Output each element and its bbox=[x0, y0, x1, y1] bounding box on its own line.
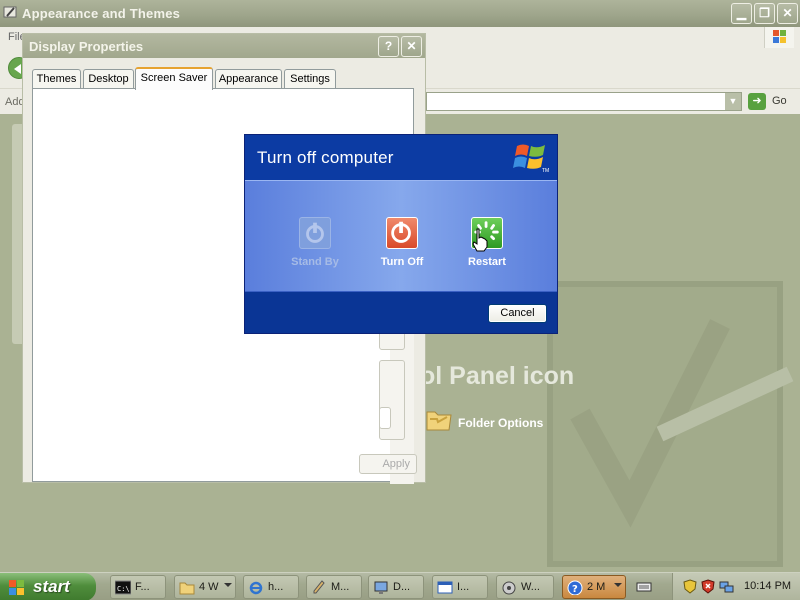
taskbar-button-folders[interactable]: 4 W bbox=[174, 575, 236, 599]
taskbar-button-internet-explorer[interactable]: h... bbox=[243, 575, 299, 599]
chevron-down-icon bbox=[224, 583, 232, 587]
control-panel-icon bbox=[374, 581, 388, 594]
speaker-icon bbox=[502, 581, 516, 595]
close-button[interactable]: ✕ bbox=[777, 3, 798, 24]
dialog-title-bar[interactable]: Display Properties ? ✕ bbox=[23, 34, 425, 58]
taskbar-button-label: D... bbox=[393, 581, 411, 593]
tab-screen-saver[interactable]: Screen Saver bbox=[135, 67, 213, 90]
taskbar-button-label: 2 M bbox=[587, 581, 606, 593]
start-label: start bbox=[33, 577, 70, 596]
dialog-title: Display Properties bbox=[29, 39, 144, 54]
turn-off-footer: Cancel bbox=[245, 292, 557, 333]
folder-options-label: Folder Options bbox=[458, 416, 544, 430]
chevron-down-icon[interactable]: ▼ bbox=[725, 93, 741, 110]
trademark-mark: TM bbox=[542, 168, 550, 174]
help-button[interactable]: ? bbox=[378, 36, 399, 57]
system-tray: 10:14 PM bbox=[672, 573, 800, 600]
panel-watermark-title: ol Panel icon bbox=[420, 362, 575, 390]
cmd-icon: C:\ bbox=[115, 580, 131, 595]
taskbar-button-volume[interactable]: W... bbox=[496, 575, 554, 599]
restart-label: Restart bbox=[468, 256, 506, 268]
go-button[interactable]: ➜ Go bbox=[748, 92, 796, 111]
tab-themes[interactable]: Themes bbox=[32, 69, 81, 89]
turn-off-button[interactable]: Turn Off bbox=[362, 217, 442, 277]
tab-desktop[interactable]: Desktop bbox=[83, 69, 134, 89]
go-label: Go bbox=[772, 95, 787, 107]
taskbar-button-help[interactable]: ? 2 M bbox=[562, 575, 626, 599]
taskbar-button-display[interactable]: D... bbox=[368, 575, 424, 599]
alert-shield-icon[interactable] bbox=[701, 579, 716, 594]
folder-icon bbox=[426, 411, 452, 431]
folder-options-link[interactable]: Folder Options bbox=[425, 406, 605, 436]
address-input[interactable]: ▼ bbox=[426, 92, 742, 111]
stand-by-label: Stand By bbox=[291, 256, 339, 268]
window-icon bbox=[437, 581, 453, 594]
windows-logo-icon bbox=[9, 580, 24, 595]
cancel-button[interactable]: Cancel bbox=[488, 304, 547, 323]
hand-cursor-icon bbox=[472, 228, 488, 252]
taskbar-button-paint[interactable]: M... bbox=[306, 575, 362, 599]
folder-icon bbox=[179, 582, 195, 595]
ie-icon bbox=[249, 581, 263, 595]
turn-off-header: Turn off computer TM bbox=[245, 135, 557, 180]
network-icon[interactable] bbox=[719, 579, 734, 594]
hidden-button bbox=[379, 407, 391, 429]
start-button[interactable]: start bbox=[0, 573, 96, 600]
turn-off-title: Turn off computer bbox=[257, 148, 394, 167]
title-bar[interactable]: Appearance and Themes ▁ ❐ ✕ bbox=[0, 0, 800, 27]
apply-button[interactable]: Apply bbox=[359, 454, 417, 474]
chevron-down-icon bbox=[614, 583, 622, 587]
taskbar-button-keyboard[interactable] bbox=[632, 575, 660, 599]
turn-off-options: Stand By Turn Off Restart bbox=[245, 180, 557, 292]
security-shield-icon[interactable] bbox=[683, 579, 698, 594]
standby-icon bbox=[299, 217, 331, 249]
stand-by-option: Stand By bbox=[275, 217, 355, 277]
minimize-button[interactable]: ▁ bbox=[731, 3, 752, 24]
power-icon bbox=[386, 217, 418, 249]
go-arrow-icon: ➜ bbox=[748, 93, 766, 110]
taskbar-button-label: I... bbox=[457, 581, 470, 593]
taskbar-button-label: W... bbox=[521, 581, 540, 593]
window-app-icon bbox=[3, 6, 17, 18]
taskbar-button-label: h... bbox=[268, 581, 284, 593]
tab-settings[interactable]: Settings bbox=[284, 69, 336, 89]
taskbar: start C:\ F... 4 W h... M... D... I... W… bbox=[0, 572, 800, 600]
taskbar-button-command-prompt[interactable]: C:\ F... bbox=[110, 575, 166, 599]
windows-flag-icon bbox=[764, 27, 794, 48]
window-title: Appearance and Themes bbox=[22, 6, 181, 21]
svg-text:?: ? bbox=[572, 584, 578, 595]
dialog-close-button[interactable]: ✕ bbox=[401, 36, 422, 57]
restore-button[interactable]: ❐ bbox=[754, 3, 775, 24]
help-icon: ? bbox=[567, 580, 583, 595]
turn-off-label: Turn Off bbox=[380, 256, 424, 268]
taskbar-button-window[interactable]: I... bbox=[432, 575, 488, 599]
svg-text:C:\: C:\ bbox=[117, 585, 130, 593]
tab-appearance[interactable]: Appearance bbox=[215, 69, 282, 89]
taskbar-button-label: F... bbox=[135, 581, 150, 593]
paint-icon bbox=[313, 580, 325, 594]
taskbar-button-label: 4 W bbox=[199, 581, 219, 593]
clock[interactable]: 10:14 PM bbox=[744, 580, 791, 592]
turn-off-computer-dialog: Turn off computer TM Stand By Turn Off R… bbox=[244, 134, 558, 334]
keyboard-icon bbox=[636, 582, 652, 592]
taskbar-button-label: M... bbox=[331, 581, 350, 593]
